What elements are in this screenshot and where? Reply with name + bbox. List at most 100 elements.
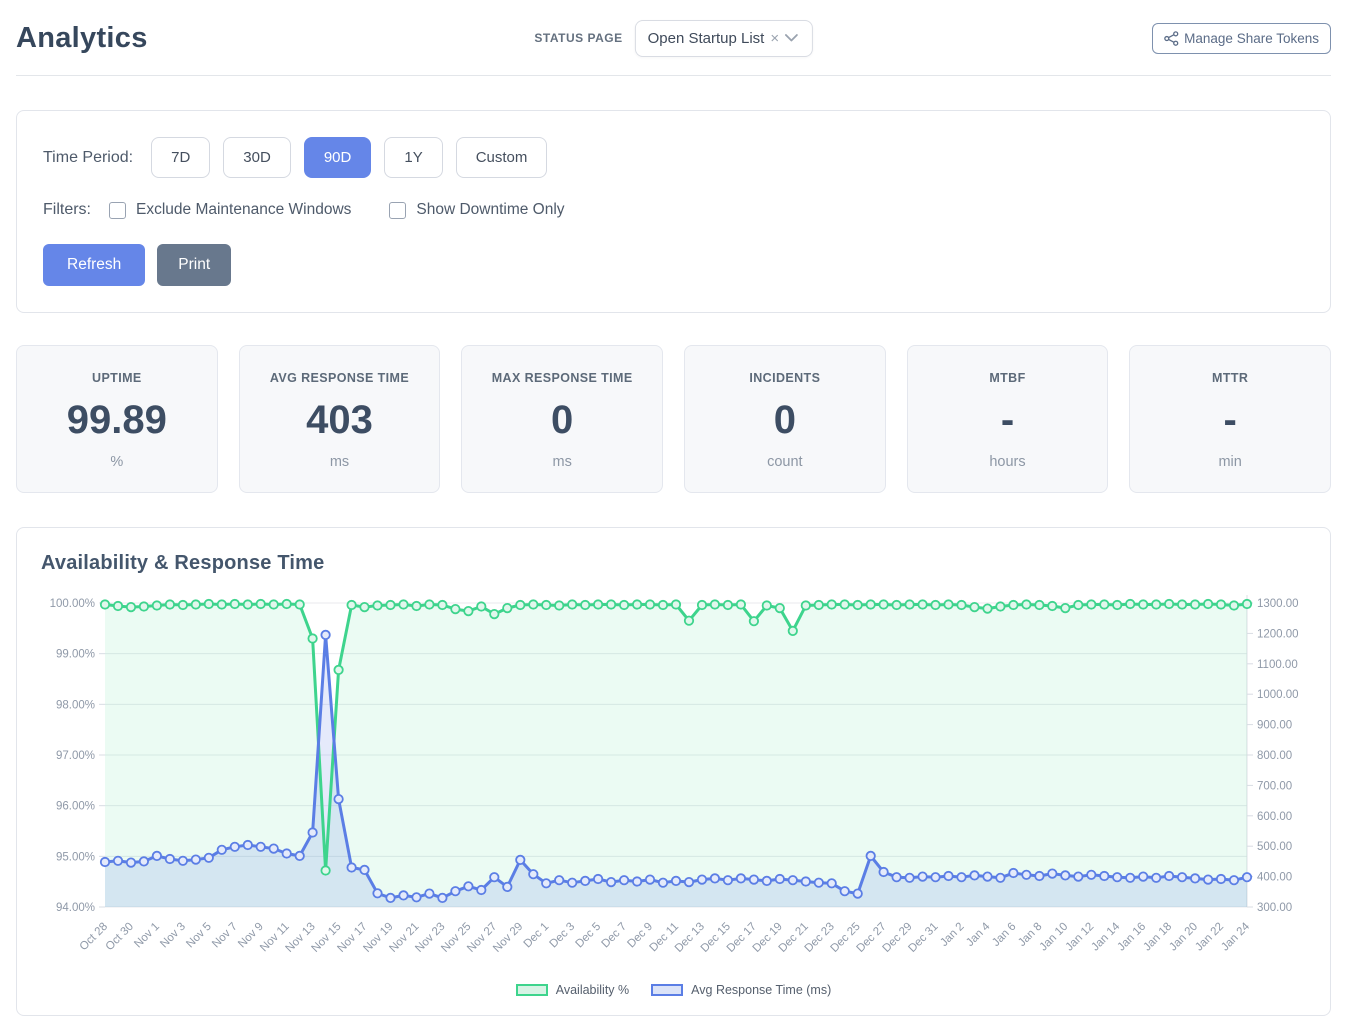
svg-text:800.00: 800.00 <box>1257 750 1292 762</box>
svg-text:Dec 31: Dec 31 <box>906 921 940 955</box>
controls-panel: Time Period: 7D 30D 90D 1Y Custom Filter… <box>16 110 1331 313</box>
svg-text:Oct 30: Oct 30 <box>104 921 136 953</box>
clear-selection-icon[interactable]: × <box>770 31 779 46</box>
stat-value: 403 <box>248 398 432 443</box>
filter-show-downtime-label: Show Downtime Only <box>416 201 564 219</box>
time-period-button-7d[interactable]: 7D <box>151 137 210 178</box>
svg-text:Jan 12: Jan 12 <box>1063 921 1096 954</box>
svg-text:Nov 3: Nov 3 <box>158 921 188 951</box>
filters-label: Filters: <box>43 201 91 219</box>
chevron-down-icon <box>785 34 798 42</box>
stat-value: 0 <box>470 398 654 443</box>
manage-share-tokens-button[interactable]: Manage Share Tokens <box>1152 23 1331 54</box>
stats-row: UPTIME 99.89 % AVG RESPONSE TIME 403 ms … <box>16 345 1331 493</box>
svg-text:100.00%: 100.00% <box>50 598 95 610</box>
svg-text:Nov 1: Nov 1 <box>132 921 162 951</box>
status-page-select[interactable]: Open Startup List × <box>635 20 813 57</box>
svg-text:1300.00: 1300.00 <box>1257 598 1299 610</box>
stat-unit: count <box>693 454 877 470</box>
filters-row: Filters: Exclude Maintenance Windows Sho… <box>43 201 1304 219</box>
filter-show-downtime[interactable]: Show Downtime Only <box>389 201 564 219</box>
stat-card-avg-response: AVG RESPONSE TIME 403 ms <box>239 345 441 493</box>
time-period-label: Time Period: <box>43 149 133 167</box>
stat-label: INCIDENTS <box>693 371 877 385</box>
stat-value: 0 <box>693 398 877 443</box>
availability-response-chart: 100.00% 99.00% 98.00% 97.00% 96.00% 95.00% 94.… <box>41 589 1306 981</box>
time-period-row: Time Period: 7D 30D 90D 1Y Custom <box>43 137 1304 178</box>
refresh-button[interactable]: Refresh <box>43 244 145 286</box>
svg-text:Jan 22: Jan 22 <box>1193 921 1226 954</box>
stat-unit: hours <box>916 454 1100 470</box>
time-period-button-1y[interactable]: 1Y <box>384 137 442 178</box>
svg-text:Jan 10: Jan 10 <box>1038 921 1071 954</box>
svg-text:Nov 7: Nov 7 <box>210 921 240 951</box>
svg-text:Dec 5: Dec 5 <box>574 921 604 951</box>
svg-text:Dec 1: Dec 1 <box>522 921 552 951</box>
filter-exclude-maintenance-label: Exclude Maintenance Windows <box>136 201 351 219</box>
svg-text:Dec 7: Dec 7 <box>599 921 629 951</box>
svg-text:500.00: 500.00 <box>1257 841 1292 853</box>
svg-text:Jan 16: Jan 16 <box>1115 921 1148 954</box>
stat-label: MTBF <box>916 371 1100 385</box>
time-period-button-30d[interactable]: 30D <box>223 137 291 178</box>
stat-card-uptime: UPTIME 99.89 % <box>16 345 218 493</box>
filter-exclude-maintenance[interactable]: Exclude Maintenance Windows <box>109 201 351 219</box>
manage-share-tokens-label: Manage Share Tokens <box>1184 31 1319 46</box>
svg-text:600.00: 600.00 <box>1257 811 1292 823</box>
stat-label: MAX RESPONSE TIME <box>470 371 654 385</box>
svg-text:95.00%: 95.00% <box>56 851 95 863</box>
svg-text:Jan 24: Jan 24 <box>1219 920 1252 953</box>
svg-text:97.00%: 97.00% <box>56 750 95 762</box>
stat-value: 99.89 <box>25 398 209 443</box>
stat-card-max-response: MAX RESPONSE TIME 0 ms <box>461 345 663 493</box>
header-divider <box>16 75 1331 76</box>
chart-title: Availability & Response Time <box>41 552 1306 575</box>
svg-text:Oct 28: Oct 28 <box>78 921 110 953</box>
svg-text:Jan 20: Jan 20 <box>1167 921 1200 954</box>
stat-label: MTTR <box>1138 371 1322 385</box>
chart-panel: Availability & Response Time 100.00% 99.0… <box>16 527 1331 1016</box>
stat-card-incidents: INCIDENTS 0 count <box>684 345 886 493</box>
svg-text:Jan 4: Jan 4 <box>964 920 993 949</box>
svg-text:96.00%: 96.00% <box>56 801 95 813</box>
stat-unit: % <box>25 454 209 470</box>
stat-label: AVG RESPONSE TIME <box>248 371 432 385</box>
svg-text:Nov 5: Nov 5 <box>184 921 214 951</box>
stat-unit: ms <box>248 454 432 470</box>
status-page-label: STATUS PAGE <box>534 31 622 45</box>
time-period-button-custom[interactable]: Custom <box>456 137 548 178</box>
svg-text:1100.00: 1100.00 <box>1257 659 1298 671</box>
header: Analytics STATUS PAGE Open Startup List … <box>16 14 1331 62</box>
actions-row: Refresh Print <box>43 244 1304 286</box>
time-period-button-90d[interactable]: 90D <box>304 137 372 178</box>
svg-text:99.00%: 99.00% <box>56 649 95 661</box>
svg-text:1200.00: 1200.00 <box>1257 628 1299 640</box>
svg-text:94.00%: 94.00% <box>56 902 95 914</box>
response-legend-swatch <box>651 984 683 996</box>
svg-text:300.00: 300.00 <box>1257 902 1292 914</box>
page-title: Analytics <box>16 22 148 55</box>
svg-text:Jan 6: Jan 6 <box>990 921 1018 949</box>
status-page-group: STATUS PAGE Open Startup List × <box>534 20 812 57</box>
stat-card-mttr: MTTR - min <box>1129 345 1331 493</box>
svg-text:400.00: 400.00 <box>1257 872 1292 884</box>
stat-label: UPTIME <box>25 371 209 385</box>
svg-text:Jan 2: Jan 2 <box>938 921 966 949</box>
stat-value: - <box>1138 398 1322 443</box>
svg-text:Jan 18: Jan 18 <box>1141 921 1174 954</box>
stat-card-mtbf: MTBF - hours <box>907 345 1109 493</box>
svg-text:98.00%: 98.00% <box>56 699 95 711</box>
share-icon <box>1164 31 1179 46</box>
svg-text:1000.00: 1000.00 <box>1257 689 1299 701</box>
svg-text:Dec 3: Dec 3 <box>548 921 578 951</box>
stat-unit: ms <box>470 454 654 470</box>
checkbox-exclude-maintenance[interactable] <box>109 202 126 219</box>
status-page-value: Open Startup List <box>648 30 765 47</box>
stat-unit: min <box>1138 454 1322 470</box>
svg-text:700.00: 700.00 <box>1257 780 1292 792</box>
svg-text:Nov 29: Nov 29 <box>491 921 525 955</box>
svg-text:900.00: 900.00 <box>1257 720 1292 732</box>
print-button[interactable]: Print <box>157 244 231 286</box>
checkbox-show-downtime[interactable] <box>389 202 406 219</box>
availability-legend-swatch <box>516 984 548 996</box>
